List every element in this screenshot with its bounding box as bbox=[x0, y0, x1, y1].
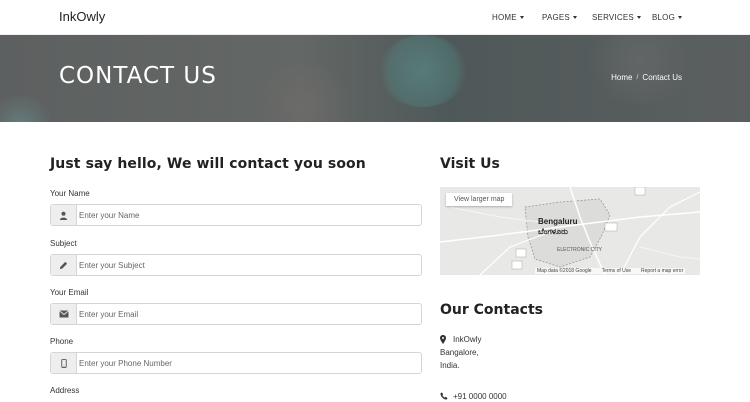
caret-down-icon bbox=[572, 16, 577, 19]
brand-logo[interactable]: InkOwly bbox=[59, 9, 105, 24]
map-city-en: Bengaluru bbox=[538, 217, 578, 226]
page-title: CONTACT US bbox=[59, 63, 217, 89]
nav-blog-label: BLOG bbox=[652, 13, 676, 22]
visit-heading: Visit Us bbox=[440, 156, 500, 172]
phone-input-group bbox=[50, 352, 422, 374]
contacts-heading: Our Contacts bbox=[440, 302, 543, 318]
name-input-group bbox=[50, 204, 422, 226]
name-label: Your Name bbox=[50, 189, 90, 198]
bokeh-light bbox=[580, 35, 700, 105]
address-line: India. bbox=[440, 361, 460, 370]
navbar: InkOwly HOME PAGES SERVICES BLOG bbox=[0, 0, 750, 35]
bokeh-light bbox=[378, 35, 468, 107]
caret-down-icon bbox=[678, 16, 683, 19]
nav-blog[interactable]: BLOG bbox=[652, 13, 683, 22]
map-marker-icon bbox=[440, 335, 446, 346]
breadcrumb: Home / Contact Us bbox=[611, 73, 682, 82]
map-footer: Map data ©2018 Google Terms of Use Repor… bbox=[535, 268, 686, 274]
nav-services[interactable]: SERVICES bbox=[592, 13, 641, 22]
nav-home-label: HOME bbox=[492, 13, 517, 22]
breadcrumb-home-link[interactable]: Home bbox=[611, 73, 632, 82]
bokeh-light bbox=[250, 65, 360, 122]
nav-pages-label: PAGES bbox=[542, 13, 570, 22]
address-line: Bangalore, bbox=[440, 348, 479, 357]
map-terms-link[interactable]: Terms of Use bbox=[602, 268, 631, 274]
nav-pages[interactable]: PAGES bbox=[542, 13, 577, 22]
breadcrumb-current: Contact Us bbox=[642, 73, 682, 82]
phone-label: Phone bbox=[50, 337, 74, 346]
nav-services-label: SERVICES bbox=[592, 13, 634, 22]
subject-input-group bbox=[50, 254, 422, 276]
subject-input[interactable] bbox=[77, 255, 421, 275]
page-banner: CONTACT US Home / Contact Us bbox=[0, 35, 750, 122]
map-area-label: ELECTRONIC CITY bbox=[557, 247, 603, 253]
map-report-link[interactable]: Report a map error bbox=[641, 268, 683, 274]
nav-home[interactable]: HOME bbox=[492, 13, 524, 22]
email-label: Your Email bbox=[50, 288, 89, 297]
caret-down-icon bbox=[519, 16, 524, 19]
subject-label: Subject bbox=[50, 239, 77, 248]
mobile-icon bbox=[51, 353, 77, 373]
email-input[interactable] bbox=[77, 304, 421, 324]
google-map[interactable]: View larger map Bengaluru ಬೆಂಗಳೂರು ELECT… bbox=[440, 187, 700, 275]
name-input[interactable] bbox=[77, 205, 421, 225]
map-city-label: Bengaluru ಬೆಂಗಳೂರು bbox=[538, 217, 578, 237]
phone-input[interactable] bbox=[77, 353, 421, 373]
map-city-kn: ಬೆಂಗಳೂರು bbox=[538, 227, 568, 236]
phone-icon bbox=[440, 392, 448, 402]
caret-down-icon bbox=[636, 16, 641, 19]
user-icon bbox=[51, 205, 77, 225]
address-label: Address bbox=[50, 386, 80, 395]
address-line: InkOwly bbox=[453, 335, 482, 344]
bokeh-light bbox=[0, 95, 55, 122]
pencil-icon bbox=[51, 255, 77, 275]
map-data-credit: Map data ©2018 Google bbox=[537, 268, 592, 274]
email-input-group bbox=[50, 303, 422, 325]
form-heading: Just say hello, We will contact you soon bbox=[50, 156, 366, 172]
view-larger-map-button[interactable]: View larger map bbox=[446, 193, 513, 206]
breadcrumb-separator: / bbox=[636, 74, 639, 81]
envelope-icon bbox=[51, 304, 77, 324]
